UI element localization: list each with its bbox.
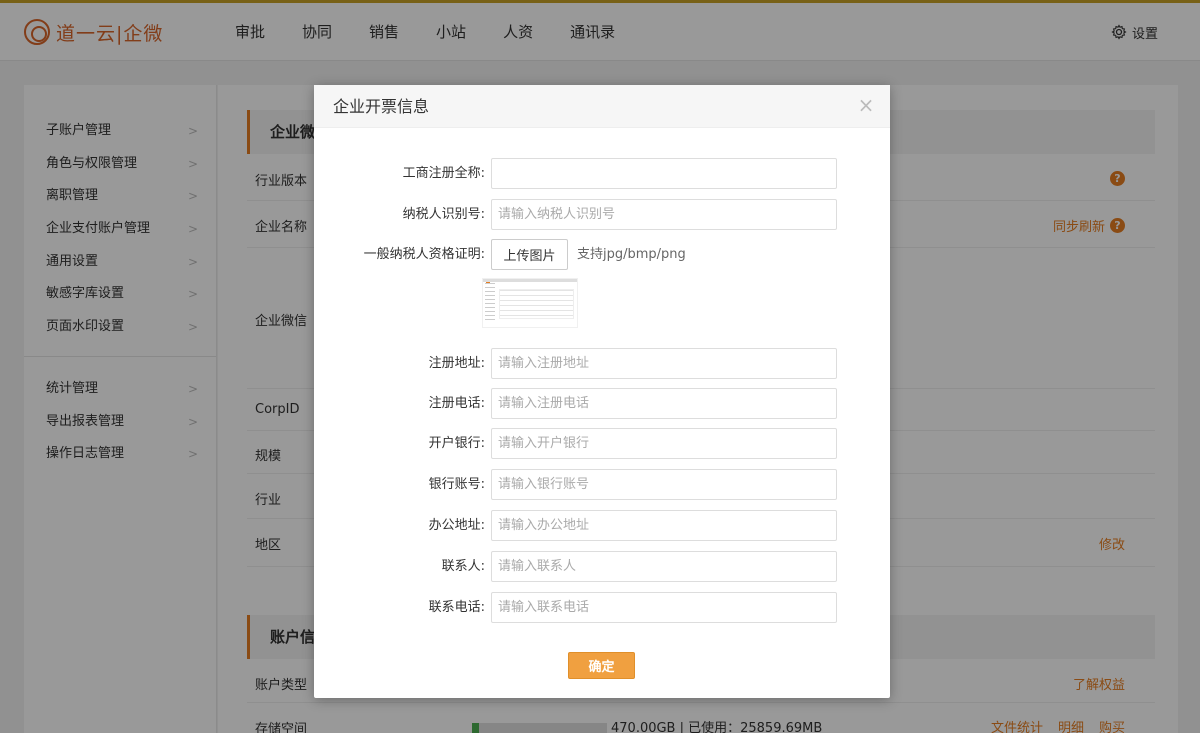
form-row-bank: 开户银行: (314, 428, 890, 459)
office-address-input[interactable] (491, 510, 837, 541)
field-label: 联系电话: (428, 600, 485, 615)
bank-account-input[interactable] (491, 469, 837, 500)
field-label: 一般纳税人资格证明: (363, 247, 485, 262)
upload-format-hint: 支持jpg/bmp/png (577, 247, 686, 262)
form-row-tax-id: 纳税人识别号: (314, 199, 890, 230)
invoice-info-dialog: 企业开票信息 × 工商注册全称: 纳税人识别号: 一般纳税人资格证明: 上传图片… (314, 85, 890, 698)
field-label: 办公地址: (428, 518, 485, 533)
upload-image-button[interactable]: 上传图片 (491, 239, 568, 270)
form-row-bank-account: 银行账号: (314, 469, 890, 500)
form-row-company-full-name: 工商注册全称: (314, 158, 890, 189)
thumbnail-table (499, 289, 574, 319)
form-row-contact: 联系人: (314, 551, 890, 582)
field-label: 联系人: (441, 559, 485, 574)
contact-input[interactable] (491, 551, 837, 582)
form-row-contact-phone: 联系电话: (314, 592, 890, 623)
dialog-title: 企业开票信息 (333, 97, 430, 116)
confirm-button[interactable]: 确定 (568, 652, 635, 679)
field-label: 银行账号: (428, 477, 485, 492)
field-label: 注册地址: (428, 356, 485, 371)
field-label: 工商注册全称: (402, 166, 485, 181)
field-label: 开户银行: (428, 436, 485, 451)
company-full-name-input[interactable] (491, 158, 837, 189)
dialog-header: 企业开票信息 × (314, 85, 890, 128)
form-row-reg-phone: 注册电话: (314, 388, 890, 419)
close-icon[interactable]: × (856, 95, 876, 115)
reg-address-input[interactable] (491, 348, 837, 379)
form-row-office-address: 办公地址: (314, 510, 890, 541)
bank-input[interactable] (491, 428, 837, 459)
uploaded-image-thumbnail[interactable] (482, 278, 578, 328)
reg-phone-input[interactable] (491, 388, 837, 419)
form-row-reg-address: 注册地址: (314, 348, 890, 379)
field-label: 纳税人识别号: (402, 207, 485, 222)
field-label: 注册电话: (428, 396, 485, 411)
contact-phone-input[interactable] (491, 592, 837, 623)
tax-id-input[interactable] (491, 199, 837, 230)
thumbnail-header (483, 279, 577, 282)
form-row-taxpayer-cert: 一般纳税人资格证明: 上传图片 支持jpg/bmp/png (314, 239, 890, 270)
thumbnail-sidebar (485, 283, 495, 323)
